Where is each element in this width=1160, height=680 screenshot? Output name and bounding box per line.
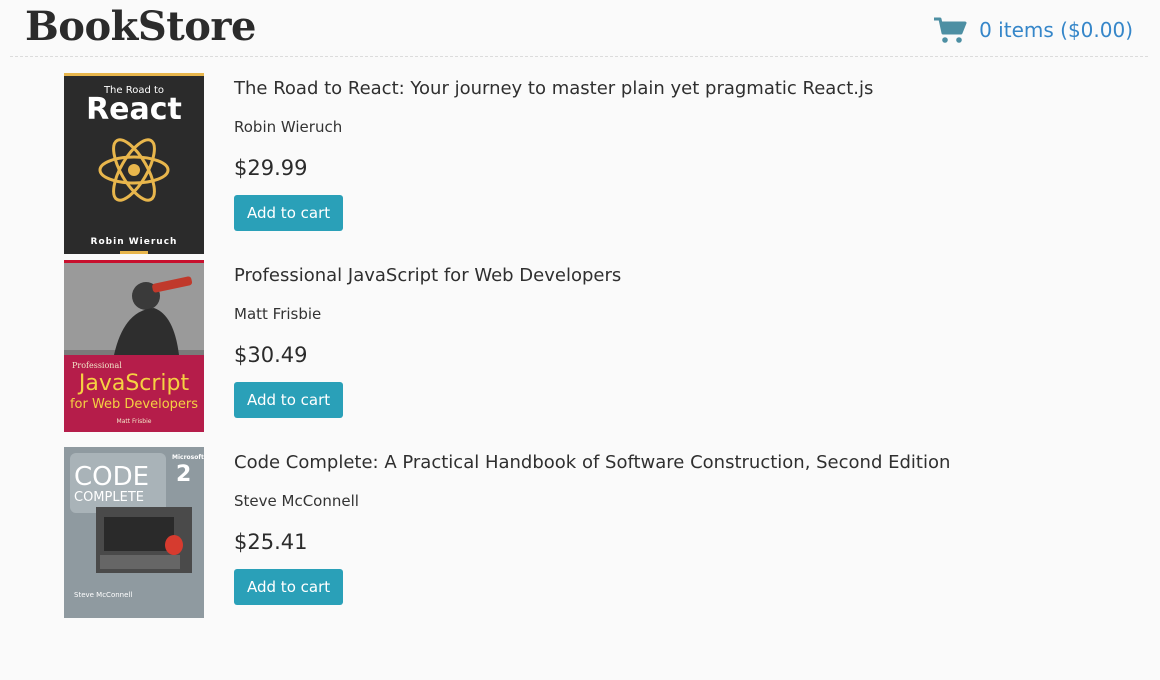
book-list: The Road to React Robin Wieruch The Road… [64, 73, 1124, 634]
book-cover-professional-javascript[interactable]: Professional JavaScript for Web Develope… [64, 260, 204, 441]
book-info: Professional JavaScript for Web Develope… [234, 260, 621, 418]
add-to-cart-button[interactable]: Add to cart [234, 382, 344, 418]
header: BookStore 0 items ($0.00) [10, 0, 1148, 57]
cover-publisher: Microsoft [172, 454, 204, 461]
cover-main-text: JavaScript [77, 371, 190, 396]
book-author: Robin Wieruch [234, 118, 343, 136]
cover-author-text: Matt Frisbie [117, 418, 152, 425]
book-price: $30.49 [234, 343, 308, 367]
cover-sub-text: for Web Developers [70, 397, 198, 412]
book-cover-road-to-react[interactable]: The Road to React Robin Wieruch [64, 73, 204, 254]
book-info: The Road to React: Your journey to maste… [234, 73, 873, 231]
book-price: $29.99 [234, 156, 308, 180]
cover-line1: CODE [74, 462, 149, 492]
book-author: Steve McConnell [234, 492, 359, 510]
book-item: Professional JavaScript for Web Develope… [64, 260, 1124, 447]
cover-line2: COMPLETE [74, 490, 144, 505]
book-title[interactable]: The Road to React: Your journey to maste… [234, 78, 873, 100]
brand-logo[interactable]: BookStore [25, 4, 256, 50]
add-to-cart-button[interactable]: Add to cart [234, 569, 344, 605]
cover-author-text: Steve McConnell [74, 591, 132, 599]
add-to-cart-button[interactable]: Add to cart [234, 195, 344, 231]
book-title[interactable]: Code Complete: A Practical Handbook of S… [234, 452, 950, 474]
book-item: CODE COMPLETE 2 Microsoft Steve McConnel… [64, 447, 1124, 634]
cart-link[interactable]: 0 items ($0.00) [933, 16, 1133, 44]
book-info: Code Complete: A Practical Handbook of S… [234, 447, 950, 605]
book-author: Matt Frisbie [234, 305, 322, 323]
cover-small-text: Professional [72, 361, 122, 370]
cover-edition: 2 [176, 462, 191, 487]
book-title[interactable]: Professional JavaScript for Web Develope… [234, 265, 621, 287]
shopping-cart-icon [933, 16, 967, 44]
book-item: The Road to React Robin Wieruch The Road… [64, 73, 1124, 260]
cover-main-text: React [86, 92, 182, 127]
cart-summary: 0 items ($0.00) [979, 18, 1133, 42]
book-price: $25.41 [234, 530, 308, 554]
book-cover-code-complete[interactable]: CODE COMPLETE 2 Microsoft Steve McConnel… [64, 447, 204, 628]
cover-author-text: Robin Wieruch [91, 237, 178, 247]
